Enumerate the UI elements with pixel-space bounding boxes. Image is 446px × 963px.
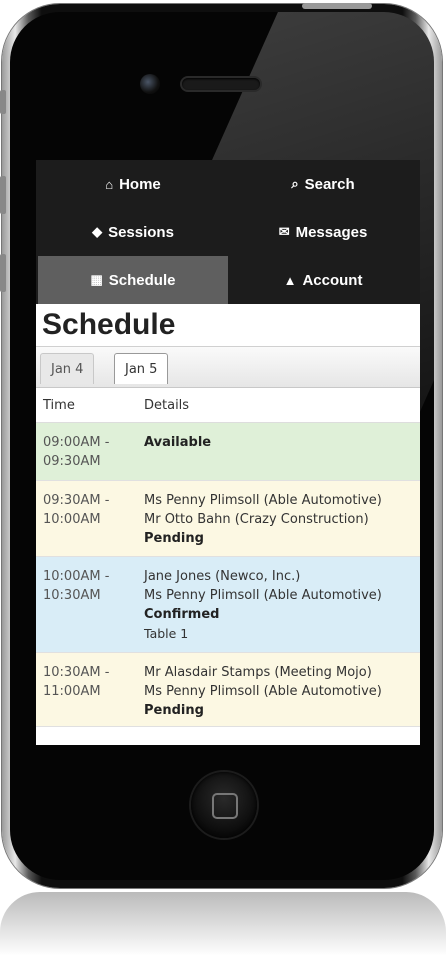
nav-home-label: Home <box>119 175 161 193</box>
page-header: Schedule <box>36 304 420 347</box>
nav-messages[interactable]: ✉ Messages <box>228 208 418 256</box>
search-icon: ⌕ <box>291 176 299 191</box>
table-row[interactable]: 09:30AM - 10:00AM Ms Penny Plimsoll (Abl… <box>36 481 420 557</box>
slot-table-note: Table 1 <box>144 626 189 641</box>
tab-jan-5[interactable]: Jan 5 <box>114 353 169 384</box>
calendar-icon: ▦ <box>90 272 103 287</box>
user-icon: ▲ <box>283 272 297 288</box>
participant: Jane Jones (Newco, Inc.) <box>144 569 301 584</box>
table-row[interactable]: 10:30AM - 11:00AM Mr Alasdair Stamps (Me… <box>36 653 420 727</box>
front-camera <box>140 74 160 94</box>
slot-time: 09:00AM - 09:30AM <box>43 435 110 469</box>
mute-switch <box>0 90 6 114</box>
slot-status: Available <box>144 435 212 450</box>
table-header: Time Details <box>36 388 420 423</box>
column-header-details: Details <box>144 397 190 413</box>
participant: Ms Penny Plimsoll (Able Automotive) <box>144 684 382 699</box>
nav-account[interactable]: ▲ Account <box>228 256 418 304</box>
slot-time: 09:30AM - 10:00AM <box>43 493 110 527</box>
column-header-time: Time <box>43 397 75 413</box>
slot-status: Confirmed <box>144 607 220 622</box>
nav-schedule-label: Schedule <box>108 271 176 289</box>
slot-details: Ms Penny Plimsoll (Able Automotive) Mr O… <box>144 491 420 556</box>
tag-icon: ◆ <box>92 224 103 239</box>
nav-sessions[interactable]: ◆ Sessions <box>38 208 228 256</box>
tab-jan-4[interactable]: Jan 4 <box>40 353 95 384</box>
participant: Ms Penny Plimsoll (Able Automotive) <box>144 493 382 508</box>
power-button <box>302 3 372 9</box>
nav-sessions-label: Sessions <box>108 223 174 241</box>
envelope-icon: ✉ <box>278 224 290 239</box>
nav-home[interactable]: ⌂ Home <box>38 160 228 208</box>
app-screen: ⌂ Home ⌕ Search ◆ Sessions ✉ Messages ▦ … <box>36 160 420 745</box>
slot-details: Available <box>144 433 420 480</box>
volume-down-button <box>0 254 6 292</box>
participant: Ms Penny Plimsoll (Able Automotive) <box>144 588 382 603</box>
earpiece-speaker <box>182 78 260 90</box>
table-row[interactable]: 10:00AM - 10:30AM Jane Jones (Newco, Inc… <box>36 557 420 653</box>
nav-messages-label: Messages <box>295 223 368 241</box>
slot-time: 10:30AM - 11:00AM <box>43 665 110 699</box>
nav-account-label: Account <box>302 271 363 289</box>
nav-search-label: Search <box>304 175 355 193</box>
home-icon: ⌂ <box>105 176 114 192</box>
volume-up-button <box>0 176 6 214</box>
phone-reflection <box>0 892 446 963</box>
participant: Mr Alasdair Stamps (Meeting Mojo) <box>144 665 372 680</box>
nav-schedule[interactable]: ▦ Schedule <box>38 256 228 304</box>
slot-details: Jane Jones (Newco, Inc.) Ms Penny Plimso… <box>144 567 420 652</box>
table-row[interactable]: 09:00AM - 09:30AM Available <box>36 423 420 481</box>
slot-time: 10:00AM - 10:30AM <box>43 569 110 603</box>
home-button[interactable] <box>191 772 257 838</box>
participant: Mr Otto Bahn (Crazy Construction) <box>144 512 369 527</box>
page-title: Schedule <box>42 308 176 341</box>
slot-status: Pending <box>144 531 204 546</box>
home-button-square-icon <box>212 793 238 819</box>
main-nav: ⌂ Home ⌕ Search ◆ Sessions ✉ Messages ▦ … <box>36 160 420 304</box>
slot-details: Mr Alasdair Stamps (Meeting Mojo) Ms Pen… <box>144 663 420 726</box>
date-tabs: Jan 4 Jan 5 <box>36 347 420 388</box>
slot-status: Pending <box>144 703 204 718</box>
nav-search[interactable]: ⌕ Search <box>228 160 418 208</box>
